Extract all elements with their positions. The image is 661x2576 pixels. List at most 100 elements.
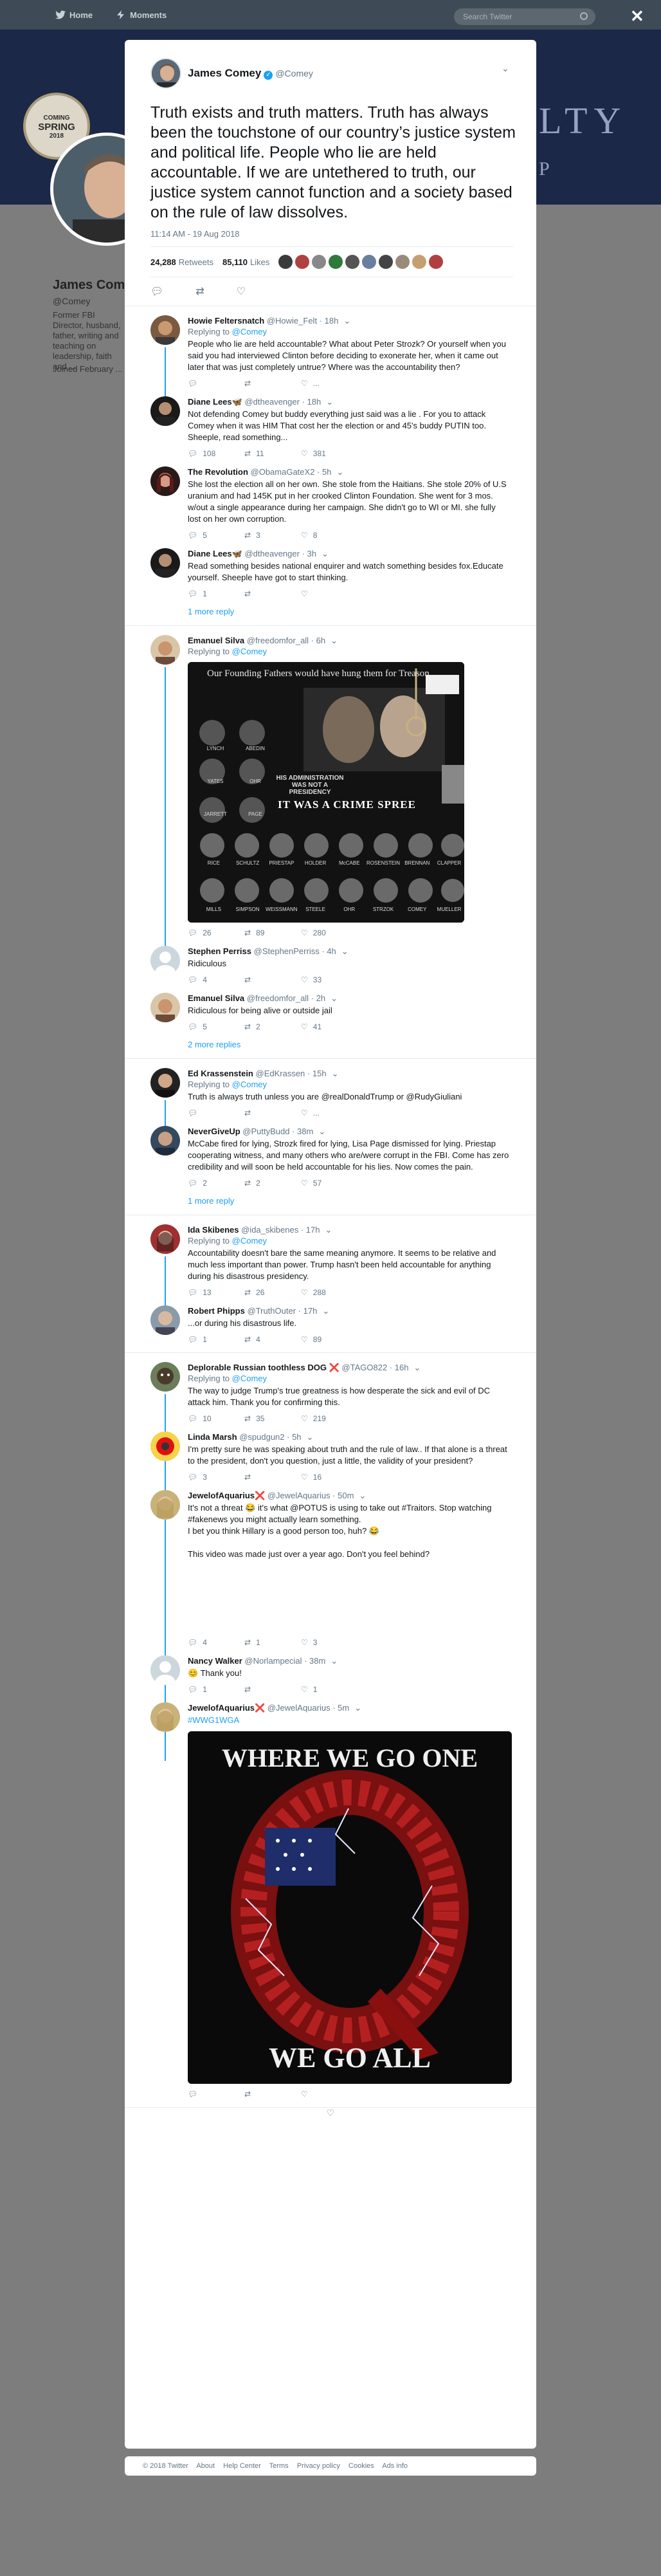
replying-to-link[interactable]: @Comey <box>232 647 267 656</box>
reply-author-handle[interactable]: @Howie_Felt <box>267 316 317 326</box>
reply-author-name[interactable]: Stephen Perriss <box>188 946 251 956</box>
tweet-timestamp[interactable]: 11:14 AM - 19 Aug 2018 <box>150 229 513 239</box>
reply-time[interactable]: 17h <box>306 1225 320 1235</box>
reply-button[interactable]: 💬︎ 1 <box>188 1685 244 1694</box>
like-button[interactable]: ♡ 288 <box>301 1288 358 1297</box>
reply-author-handle[interactable]: @dtheavenger <box>244 397 299 407</box>
retweet-button[interactable]: ⇄ <box>244 975 301 984</box>
reply-button[interactable]: 💬︎ 108 <box>188 449 244 458</box>
avatar[interactable] <box>150 635 180 665</box>
chevron-down-icon[interactable]: ⌄ <box>502 63 513 75</box>
reply-tweet[interactable]: Nancy Walker @Norlampecial · 38m ⌄ 😊 Than… <box>125 1655 536 1702</box>
avatar[interactable] <box>345 255 360 269</box>
retweet-button[interactable]: ⇄ 3 <box>244 531 301 540</box>
chevron-down-icon[interactable]: ⌄ <box>330 993 338 1003</box>
avatar[interactable] <box>150 993 180 1022</box>
reply-author-name[interactable]: Emanuel Silva <box>188 636 244 645</box>
avatar[interactable] <box>150 1490 180 1520</box>
footer-ads[interactable]: Ads info <box>382 2462 408 2470</box>
like-button[interactable]: ♡ 1 <box>301 1685 358 1694</box>
search-icon[interactable] <box>580 12 588 20</box>
like-icon[interactable]: ♡ <box>125 2108 536 2121</box>
like-button[interactable]: ♡ 16 <box>301 1473 358 1482</box>
reply-author-name[interactable]: Robert Phipps <box>188 1306 245 1316</box>
replying-to-link[interactable]: @Comey <box>232 1236 267 1246</box>
avatar[interactable] <box>150 396 180 426</box>
retweet-count[interactable]: 24,288 <box>150 257 176 267</box>
avatar[interactable] <box>312 255 327 269</box>
avatar[interactable] <box>150 548 180 578</box>
reply-time[interactable]: 4h <box>327 946 336 956</box>
author-handle[interactable]: @Comey <box>275 68 313 78</box>
reply-button[interactable]: 💬︎ 5 <box>188 531 244 540</box>
retweet-button[interactable]: ⇄ <box>244 589 301 598</box>
avatar[interactable] <box>278 255 293 269</box>
footer-about[interactable]: About <box>196 2462 215 2470</box>
reply-button[interactable]: 💬︎ <box>188 2090 244 2099</box>
reply-author-handle[interactable]: @PuttyBudd <box>242 1127 289 1136</box>
reply-tweet[interactable]: Diane Lees🦋 @dtheavenger · 3h ⌄ Read some… <box>125 548 536 607</box>
reply-button[interactable]: 💬︎ 26 <box>188 928 244 937</box>
reply-tweet[interactable]: Ed Krassenstein @EdKrassen · 15h ⌄ Replyi… <box>125 1068 536 1126</box>
retweet-button[interactable]: ⇄ 2 <box>244 1022 301 1031</box>
reply-author-name[interactable]: Ed Krassenstein <box>188 1069 253 1078</box>
avatar[interactable] <box>150 466 180 496</box>
avatar[interactable] <box>150 1431 180 1461</box>
close-icon[interactable]: ✕ <box>630 6 644 26</box>
avatar[interactable] <box>329 255 343 269</box>
reply-author-handle[interactable]: @freedomfor_all <box>247 636 309 645</box>
reply-button[interactable]: 💬︎ 3 <box>188 1473 244 1482</box>
reply-author-name[interactable]: Linda Marsh <box>188 1432 237 1442</box>
tweet-image[interactable]: Our Founding Fathers would have hung the… <box>188 662 464 923</box>
reply-author-name[interactable]: Diane Lees🦋 <box>188 397 242 407</box>
like-count[interactable]: 85,110 <box>222 257 248 267</box>
chevron-down-icon[interactable]: ⌄ <box>321 549 329 558</box>
reply-button[interactable]: 💬︎ 1 <box>188 589 244 598</box>
reply-time[interactable]: 2h <box>316 993 325 1003</box>
chevron-down-icon[interactable]: ⌄ <box>359 1491 366 1500</box>
reply-icon[interactable]: 💬︎ <box>150 285 163 298</box>
reply-tweet[interactable]: JewelofAquarius❌ @JewelAquarius · 50m ⌄ I… <box>125 1490 536 1655</box>
more-replies-link[interactable]: 2 more replies <box>125 1040 536 1058</box>
retweet-button[interactable]: ⇄ <box>244 1685 301 1694</box>
like-button[interactable]: ♡ 219 <box>301 1414 358 1423</box>
reply-author-name[interactable]: The Revolution <box>188 467 248 477</box>
reply-author-handle[interactable]: @dtheavenger <box>244 549 299 558</box>
reply-tweet[interactable]: The Revolution @ObamaGateX2 · 5h ⌄ She lo… <box>125 466 536 548</box>
retweet-button[interactable]: ⇄ <box>244 379 301 388</box>
retweet-button[interactable]: ⇄ 1 <box>244 1638 301 1647</box>
reply-button[interactable]: 💬︎ 4 <box>188 1638 244 1647</box>
like-button[interactable]: ♡ <box>301 589 358 598</box>
reply-author-name[interactable]: Diane Lees🦋 <box>188 549 242 558</box>
reply-time[interactable]: 6h <box>316 636 325 645</box>
avatar[interactable] <box>412 255 427 269</box>
reply-time[interactable]: 18h <box>307 397 321 407</box>
retweet-icon[interactable]: ⇄ <box>195 285 204 298</box>
avatar[interactable] <box>362 255 377 269</box>
reply-author-name[interactable]: JewelofAquarius❌ <box>188 1703 265 1713</box>
retweet-button[interactable]: ⇄ 35 <box>244 1414 301 1423</box>
reply-time[interactable]: 5h <box>322 467 331 477</box>
chevron-down-icon[interactable]: ⌄ <box>330 636 338 645</box>
reply-author-name[interactable]: Howie Feltersnatch <box>188 316 264 326</box>
like-button[interactable]: ♡ 381 <box>301 449 358 458</box>
reply-author-handle[interactable]: @StephenPerriss <box>254 946 320 956</box>
reply-tweet[interactable]: JewelofAquarius❌ @JewelAquarius · 5m ⌄ #W… <box>125 1702 536 2107</box>
chevron-down-icon[interactable]: ⌄ <box>332 1069 339 1078</box>
chevron-down-icon[interactable]: ⌄ <box>413 1363 421 1372</box>
like-button[interactable]: ♡... <box>301 1109 358 1118</box>
avatar[interactable] <box>150 1068 180 1098</box>
avatar[interactable] <box>150 1702 180 1732</box>
like-button[interactable]: ♡ 57 <box>301 1179 358 1188</box>
replying-to-link[interactable]: @Comey <box>232 1374 267 1383</box>
reply-author-name[interactable]: Nancy Walker <box>188 1656 242 1666</box>
reply-button[interactable]: 💬︎ 10 <box>188 1414 244 1423</box>
avatar[interactable] <box>150 1126 180 1155</box>
like-button[interactable]: ♡ 8 <box>301 531 358 540</box>
reply-author-handle[interactable]: @JewelAquarius <box>267 1703 330 1713</box>
footer-privacy[interactable]: Privacy policy <box>297 2462 340 2470</box>
reply-author-name[interactable]: JewelofAquarius❌ <box>188 1491 265 1500</box>
video-placeholder[interactable] <box>188 1560 511 1632</box>
reply-tweet[interactable]: Howie Feltersnatch @Howie_Felt · 18h ⌄ Re… <box>125 315 536 396</box>
avatar[interactable] <box>150 946 180 975</box>
